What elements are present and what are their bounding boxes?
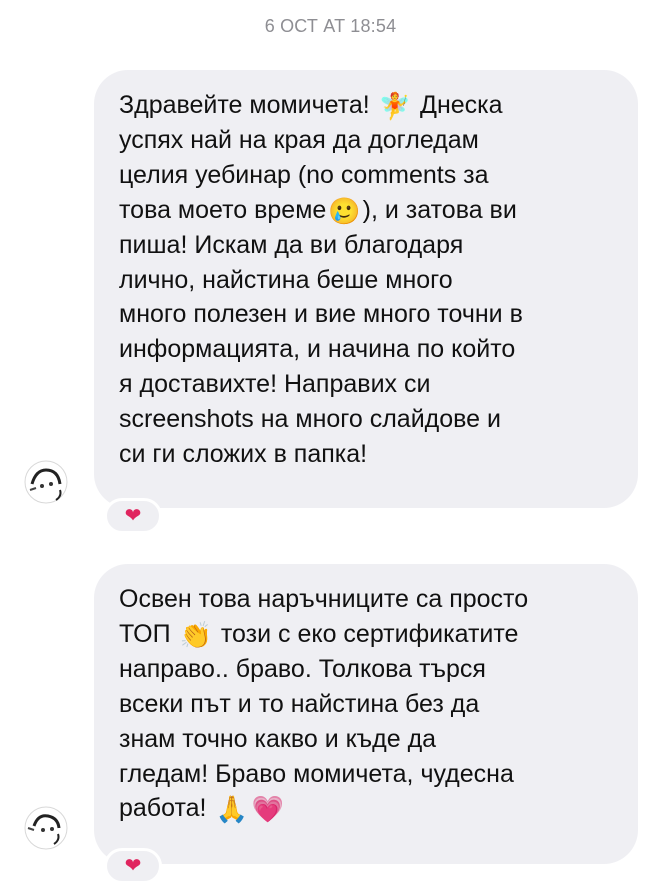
message-line: Освен това наръчниците са просто <box>119 585 529 613</box>
sparkling-heart-emoji-icon: 💗 <box>251 794 285 825</box>
avatar-icon <box>24 460 68 504</box>
message-line: целия уебинар (no comments за <box>119 160 489 189</box>
message-timestamp: 6 ОСТ AT 18:54 <box>264 16 397 36</box>
heart-icon: ❤ <box>124 855 142 877</box>
folded-hands-emoji-icon: 🙏 <box>215 794 248 825</box>
message-line: знам точно какво и къде да <box>119 724 437 753</box>
avatar-icon <box>24 806 68 850</box>
message-line: я доставихте! Направих си <box>119 370 431 399</box>
message-line: пиша! Искам да ви благодаря <box>119 230 464 259</box>
message-line: информацията, и начина по който <box>119 335 516 364</box>
message-line: гледам! Браво момичета, чудесна <box>119 759 514 788</box>
smiling-tear-emoji-icon: 🥲 <box>328 195 361 226</box>
clapping-hands-emoji-icon: 👏 <box>179 619 212 650</box>
message-line: screenshots на много слайдове и <box>119 405 501 434</box>
message-bubble-incoming[interactable]: Здравейте момичета! 🧚 Днеска успях най н… <box>94 70 638 508</box>
fairy-emoji-icon: 🧚 <box>378 91 412 121</box>
message-line: успях най на края да догледам <box>119 125 479 154</box>
message-line: направо.. браво. Толкова търся <box>119 654 486 683</box>
message-line: много полезен и вие много точни в <box>119 300 523 329</box>
sender-avatar[interactable] <box>24 806 68 850</box>
message-line: работа! 🙏 💗 <box>119 794 285 825</box>
heart-reaction[interactable]: ❤ <box>104 498 162 534</box>
message-line: всеки път и то найстина без да <box>119 689 480 718</box>
message-line: лично, найстина беше много <box>119 265 453 294</box>
heart-reaction[interactable]: ❤ <box>104 848 162 884</box>
message-line: си ги сложих в папка! <box>119 440 368 469</box>
message-line: това моето време🥲), и затова ви <box>119 195 517 226</box>
message-line: ТОП 👏 този с еко сертификатите <box>119 619 519 650</box>
message-line: Здравейте момичета! 🧚 Днеска <box>119 91 503 121</box>
message-bubble-incoming[interactable]: Освен това наръчниците са просто ТОП 👏 т… <box>94 564 638 864</box>
sender-avatar[interactable] <box>24 460 68 504</box>
heart-icon: ❤ <box>124 505 142 527</box>
